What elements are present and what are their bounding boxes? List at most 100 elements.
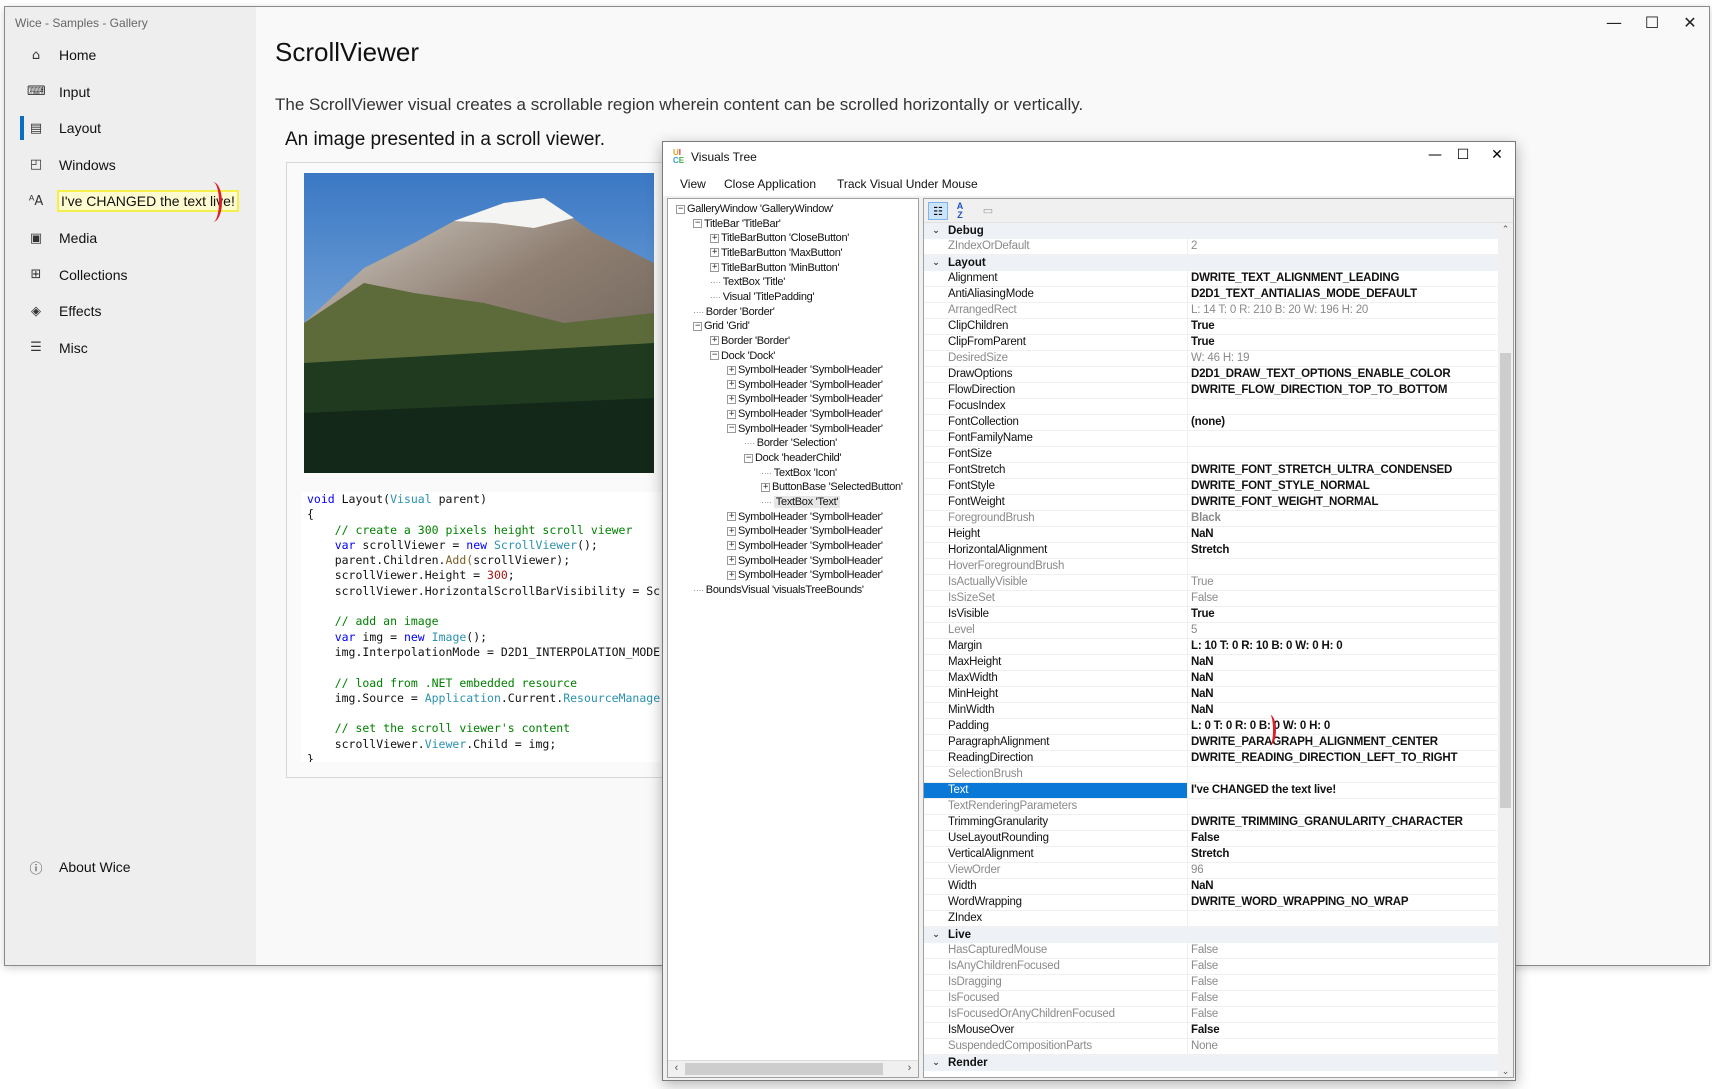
nav-item-3[interactable]: ◰ Windows (15, 147, 251, 183)
tree-node[interactable]: + SymbolHeader 'SymbolHeader' (727, 523, 883, 539)
collapse-icon[interactable]: − (693, 321, 702, 331)
property-value[interactable]: DWRITE_FONT_STRETCH_ULTRA_CONDENSED (1188, 463, 1500, 478)
property-row[interactable]: FontWeight DWRITE_FONT_WEIGHT_NORMAL (924, 495, 1500, 511)
expand-icon[interactable]: + (761, 482, 770, 492)
tree-node[interactable]: + SymbolHeader 'SymbolHeader' (727, 567, 883, 583)
property-row[interactable]: Text I've CHANGED the text live! (924, 783, 1500, 799)
collapse-icon[interactable]: − (744, 453, 753, 463)
property-row[interactable]: Alignment DWRITE_TEXT_ALIGNMENT_LEADING (924, 271, 1500, 287)
maximize-button[interactable]: ☐ (1637, 13, 1667, 32)
nav-item-5[interactable]: ▣ Media (15, 220, 251, 256)
property-row[interactable]: TrimmingGranularity DWRITE_TRIMMING_GRANU… (924, 815, 1500, 831)
property-row[interactable]: FlowDirection DWRITE_FLOW_DIRECTION_TOP_T… (924, 383, 1500, 399)
property-row[interactable]: DrawOptions D2D1_DRAW_TEXT_OPTIONS_ENABLE… (924, 367, 1500, 383)
property-row[interactable]: MinHeight NaN (924, 687, 1500, 703)
chevron-down-icon[interactable]: ⌄ (924, 1058, 948, 1068)
tree-node[interactable]: + SymbolHeader 'SymbolHeader' (727, 509, 883, 525)
property-row[interactable]: Margin L: 10 T: 0 R: 10 B: 0 W: 0 H: 0 (924, 639, 1500, 655)
tree-node[interactable]: ···· TextBox 'Text' (761, 494, 841, 510)
property-row[interactable]: UseLayoutRounding False (924, 831, 1500, 847)
property-row[interactable]: FontCollection (none) (924, 415, 1500, 431)
property-row[interactable]: TextRenderingParameters (924, 799, 1500, 815)
property-value[interactable]: DWRITE_READING_DIRECTION_LEFT_TO_RIGHT (1188, 751, 1500, 766)
property-row[interactable]: SuspendedCompositionParts None (924, 1039, 1500, 1055)
minimize-button[interactable]: — (1421, 147, 1449, 163)
expand-icon[interactable]: + (727, 365, 736, 375)
property-row[interactable]: IsAnyChildrenFocused False (924, 959, 1500, 975)
tree-node[interactable]: − Dock 'headerChild' (744, 450, 842, 466)
expand-icon[interactable]: + (727, 512, 736, 522)
tree-node[interactable]: − GalleryWindow 'GalleryWindow' (676, 201, 834, 217)
property-value[interactable] (1188, 431, 1500, 446)
tree-node[interactable]: + SymbolHeader 'SymbolHeader' (727, 362, 883, 378)
tree-node[interactable]: + TitleBarButton 'MaxButton' (710, 245, 843, 261)
nav-item-2[interactable]: ▤ Layout (15, 110, 251, 146)
property-row[interactable]: ClipChildren True (924, 319, 1500, 335)
visuals-tree-view[interactable]: − GalleryWindow 'GalleryWindow' − TitleBar … (667, 198, 919, 1078)
property-value[interactable] (1188, 447, 1500, 462)
expand-icon[interactable]: + (710, 233, 719, 243)
menu-view[interactable]: View (680, 177, 706, 191)
close-button[interactable]: ✕ (1675, 13, 1705, 32)
property-row[interactable]: IsDragging False (924, 975, 1500, 991)
property-row[interactable]: FontFamilyName (924, 431, 1500, 447)
scrollbar-thumb[interactable] (685, 1063, 883, 1075)
chevron-down-icon[interactable]: ⌄ (924, 930, 948, 940)
nav-item-7[interactable]: ◈ Effects (15, 293, 251, 329)
property-value[interactable]: True (1188, 335, 1500, 350)
tree-node[interactable]: + SymbolHeader 'SymbolHeader' (727, 553, 883, 569)
property-value[interactable]: D2D1_DRAW_TEXT_OPTIONS_ENABLE_COLOR (1188, 367, 1500, 382)
property-value[interactable]: NaN (1188, 879, 1500, 894)
property-row[interactable]: SelectionBrush (924, 767, 1500, 783)
scroll-up-icon[interactable]: ⌃ (1498, 225, 1513, 235)
property-row[interactable]: FontStyle DWRITE_FONT_STYLE_NORMAL (924, 479, 1500, 495)
chevron-down-icon[interactable]: ⌄ (924, 226, 948, 236)
property-value[interactable]: DWRITE_WORD_WRAPPING_NO_WRAP (1188, 895, 1500, 910)
property-category[interactable]: ⌄ Layout (924, 255, 1500, 271)
scroll-left-icon[interactable]: ‹ (668, 1062, 685, 1074)
property-row[interactable]: ParagraphAlignment DWRITE_PARAGRAPH_ALIGN… (924, 735, 1500, 751)
close-button[interactable]: ✕ (1483, 147, 1511, 163)
property-value[interactable]: False (1188, 831, 1500, 846)
property-value[interactable]: I've CHANGED the text live! (1188, 783, 1500, 798)
property-row[interactable]: HasCapturedMouse False (924, 943, 1500, 959)
property-row[interactable]: MaxHeight NaN (924, 655, 1500, 671)
expand-icon[interactable]: + (710, 263, 719, 273)
property-row[interactable]: HoverForegroundBrush (924, 559, 1500, 575)
property-value[interactable]: True (1188, 607, 1500, 622)
expand-icon[interactable]: + (727, 526, 736, 536)
horizontal-scrollbar[interactable]: ‹ › (668, 1060, 918, 1077)
property-value[interactable]: NaN (1188, 655, 1500, 670)
property-row[interactable]: DesiredSize W: 46 H: 19 (924, 351, 1500, 367)
property-value[interactable] (1188, 399, 1500, 414)
property-row[interactable]: AntiAliasingMode D2D1_TEXT_ANTIALIAS_MODE… (924, 287, 1500, 303)
property-value[interactable]: Stretch (1188, 847, 1500, 862)
property-row[interactable]: ForegroundBrush Black (924, 511, 1500, 527)
tree-node[interactable]: + SymbolHeader 'SymbolHeader' (727, 391, 883, 407)
nav-item-1[interactable]: ⌨ Input (15, 74, 251, 110)
property-value[interactable]: DWRITE_FONT_STYLE_NORMAL (1188, 479, 1500, 494)
property-row[interactable]: FontStretch DWRITE_FONT_STRETCH_ULTRA_CON… (924, 463, 1500, 479)
property-row[interactable]: Level 5 (924, 623, 1500, 639)
tree-node[interactable]: ···· TextBox 'Icon' (761, 465, 837, 481)
property-value[interactable]: Stretch (1188, 543, 1500, 558)
tree-node[interactable]: + SymbolHeader 'SymbolHeader' (727, 538, 883, 554)
property-row[interactable]: Width NaN (924, 879, 1500, 895)
property-value[interactable]: NaN (1188, 527, 1500, 542)
tree-node[interactable]: − SymbolHeader 'SymbolHeader' (727, 421, 883, 437)
tree-node[interactable]: ···· TextBox 'Title' (710, 274, 785, 290)
chevron-down-icon[interactable]: ⌄ (924, 258, 948, 268)
property-row[interactable]: ArrangedRect L: 14 T: 0 R: 210 B: 20 W: 1… (924, 303, 1500, 319)
tree-node[interactable]: + TitleBarButton 'MinButton' (710, 260, 840, 276)
expand-icon[interactable]: + (727, 394, 736, 404)
property-row[interactable]: FontSize (924, 447, 1500, 463)
tree-node[interactable]: + SymbolHeader 'SymbolHeader' (727, 406, 883, 422)
scroll-right-icon[interactable]: › (901, 1062, 918, 1074)
minimize-button[interactable]: — (1599, 13, 1629, 32)
property-row[interactable]: ZIndex (924, 911, 1500, 927)
tree-node[interactable]: − TitleBar 'TitleBar' (693, 216, 781, 232)
expand-icon[interactable]: + (727, 570, 736, 580)
property-row[interactable]: IsSizeSet False (924, 591, 1500, 607)
expand-icon[interactable]: + (727, 409, 736, 419)
scroll-down-icon[interactable]: ⌄ (1498, 1067, 1513, 1077)
